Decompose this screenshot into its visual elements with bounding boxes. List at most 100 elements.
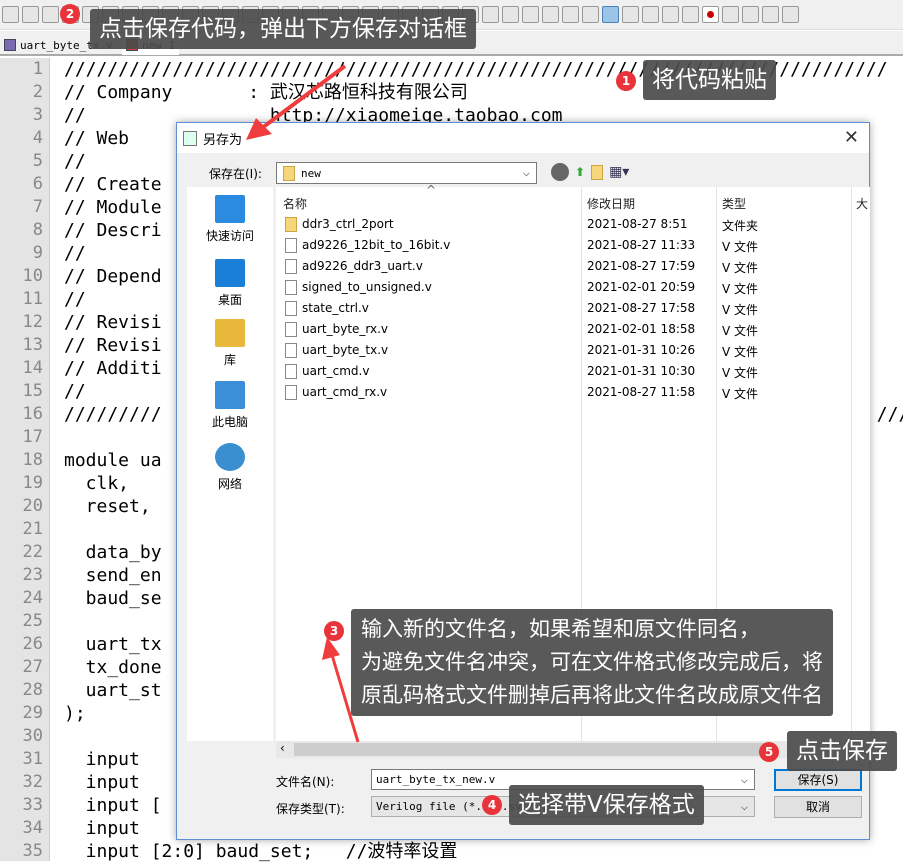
file-icon	[285, 364, 297, 379]
line-number: 1	[32, 59, 43, 79]
code-line: input	[64, 749, 140, 770]
annotation-line: 原乱码格式文件删掉后再将此文件名改成原文件名	[361, 683, 823, 707]
toolbar-button[interactable]	[622, 6, 639, 23]
file-date: 2021-01-31 10:26	[587, 343, 696, 357]
scroll-thumb[interactable]	[294, 743, 774, 756]
step-badge: 4	[482, 795, 502, 815]
file-icon	[285, 238, 297, 253]
file-row[interactable]: ddr3_ctrl_2port 2021-08-27 8:51 文件夹	[276, 214, 870, 235]
toolbar-button[interactable]	[542, 6, 559, 23]
line-number-gutter: 1 2 3 4 5 6 7 8 9 10 11 12 13 14 15 16 17 18 19 20 21 22 23 24 2…	[0, 58, 50, 861]
line-number: 19	[22, 473, 43, 493]
chevron-down-icon: ⌵	[740, 772, 748, 786]
new-folder-icon[interactable]	[591, 164, 604, 180]
code-line: //	[64, 289, 86, 310]
file-row[interactable]: ad9226_ddr3_uart.v 2021-08-27 17:59 V 文件	[276, 256, 870, 277]
toolbar-button[interactable]	[22, 6, 39, 23]
toolbar-button[interactable]	[2, 6, 19, 23]
nav-icon	[215, 443, 245, 471]
code-line: // Create	[64, 174, 162, 195]
toolbar-button[interactable]	[762, 6, 779, 23]
toolbar-button[interactable]	[42, 6, 59, 23]
close-button[interactable]: ✕	[844, 127, 859, 148]
save-in-dropdown[interactable]: new ⌵	[276, 162, 537, 184]
filetype-label: 保存类型(T):	[276, 802, 345, 816]
file-row[interactable]: state_ctrl.v 2021-08-27 17:58 V 文件	[276, 298, 870, 319]
file-date: 2021-01-31 10:30	[587, 364, 696, 378]
code-line: // Depend	[64, 266, 162, 287]
filename-value: uart_byte_tx_new.v	[376, 773, 496, 786]
line-number: 30	[22, 726, 43, 746]
toolbar-button[interactable]	[642, 6, 659, 23]
toolbar-button[interactable]	[582, 6, 599, 23]
nav-label: 快速访问	[205, 229, 254, 243]
file-row[interactable]: uart_byte_tx.v 2021-01-31 10:26 V 文件	[276, 340, 870, 361]
file-row[interactable]: uart_byte_rx.v 2021-02-01 18:58 V 文件	[276, 319, 870, 340]
file-date: 2021-08-27 17:59	[587, 259, 696, 273]
up-folder-icon[interactable]: ⬆	[575, 165, 585, 179]
line-number: 25	[22, 611, 43, 631]
file-name: signed_to_unsigned.v	[302, 280, 432, 294]
file-name: uart_byte_rx.v	[302, 322, 389, 336]
nav-label: 桌面	[217, 293, 242, 307]
toolbar-button[interactable]	[662, 6, 679, 23]
code-line: // Revisi	[64, 335, 162, 356]
file-row[interactable]: uart_cmd.v 2021-01-31 10:30 V 文件	[276, 361, 870, 382]
toolbar-button[interactable]	[602, 6, 619, 23]
nav-item[interactable]: 网络	[187, 443, 273, 492]
code-line: // Descri	[64, 220, 162, 241]
scroll-left-icon[interactable]: ‹	[280, 741, 285, 755]
file-icon	[285, 280, 297, 295]
toolbar-button[interactable]	[702, 6, 719, 23]
toolbar-button[interactable]	[742, 6, 759, 23]
column-name[interactable]: 名称	[283, 195, 307, 212]
save-as-dialog: 另存为 ✕ 保存在(I): new ⌵ ⬆ ▦▾ 快速访问 桌面库此电脑 网络 名称 ^…	[176, 122, 870, 840]
code-line: );	[64, 703, 86, 724]
column-size[interactable]: 大	[856, 195, 868, 212]
code-line: input [	[64, 795, 162, 816]
file-type: V 文件	[722, 324, 759, 338]
toolbar-button[interactable]	[522, 6, 539, 23]
toolbar-button[interactable]	[782, 6, 799, 23]
chevron-down-icon: ⌵	[740, 799, 748, 813]
line-number: 33	[22, 795, 43, 815]
nav-item[interactable]: 库	[187, 319, 273, 368]
save-button[interactable]: 保存(S)	[774, 769, 862, 791]
line-number: 9	[32, 243, 43, 263]
line-number: 32	[22, 772, 43, 792]
column-type[interactable]: 类型	[722, 195, 746, 212]
horizontal-scrollbar[interactable]: ‹	[276, 741, 870, 758]
nav-label: 网络	[217, 477, 242, 491]
file-type: V 文件	[722, 282, 759, 296]
navigation-pane: 快速访问桌面库此电脑网络	[187, 187, 273, 741]
line-number: 17	[22, 427, 43, 447]
dialog-title: 另存为	[203, 132, 243, 148]
cancel-button[interactable]: 取消	[774, 796, 862, 818]
back-button[interactable]	[551, 163, 569, 181]
annotation-text: 点击保存	[796, 738, 888, 764]
file-name: ad9226_12bit_to_16bit.v	[302, 238, 451, 252]
toolbar-button[interactable]	[722, 6, 739, 23]
file-row[interactable]: signed_to_unsigned.v 2021-02-01 20:59 V 文件	[276, 277, 870, 298]
nav-item[interactable]: 快速访问	[187, 195, 273, 244]
toolbar-button[interactable]	[502, 6, 519, 23]
line-number: 8	[32, 220, 43, 240]
file-row[interactable]: ad9226_12bit_to_16bit.v 2021-08-27 11:33 V…	[276, 235, 870, 256]
annotation-3: 输入新的文件名，如果希望和原文件同名， 为避免文件名冲突，可在文件格式修改完成后…	[351, 609, 833, 716]
toolbar-button[interactable]	[562, 6, 579, 23]
file-icon	[285, 301, 297, 316]
file-row[interactable]: uart_cmd_rx.v 2021-08-27 11:58 V 文件	[276, 382, 870, 403]
line-number: 22	[22, 542, 43, 562]
line-number: 31	[22, 749, 43, 769]
toolbar-button[interactable]	[482, 6, 499, 23]
nav-item[interactable]: 桌面	[187, 259, 273, 308]
nav-item[interactable]: 此电脑	[187, 381, 273, 430]
file-name: ddr3_ctrl_2port	[302, 217, 394, 231]
step-badge: 2	[60, 4, 80, 24]
line-number: 12	[22, 312, 43, 332]
nav-icon	[215, 381, 245, 409]
column-date[interactable]: 修改日期	[587, 195, 635, 212]
view-menu-icon[interactable]: ▦▾	[609, 164, 629, 180]
toolbar-button[interactable]	[682, 6, 699, 23]
file-name: ad9226_ddr3_uart.v	[302, 259, 423, 273]
